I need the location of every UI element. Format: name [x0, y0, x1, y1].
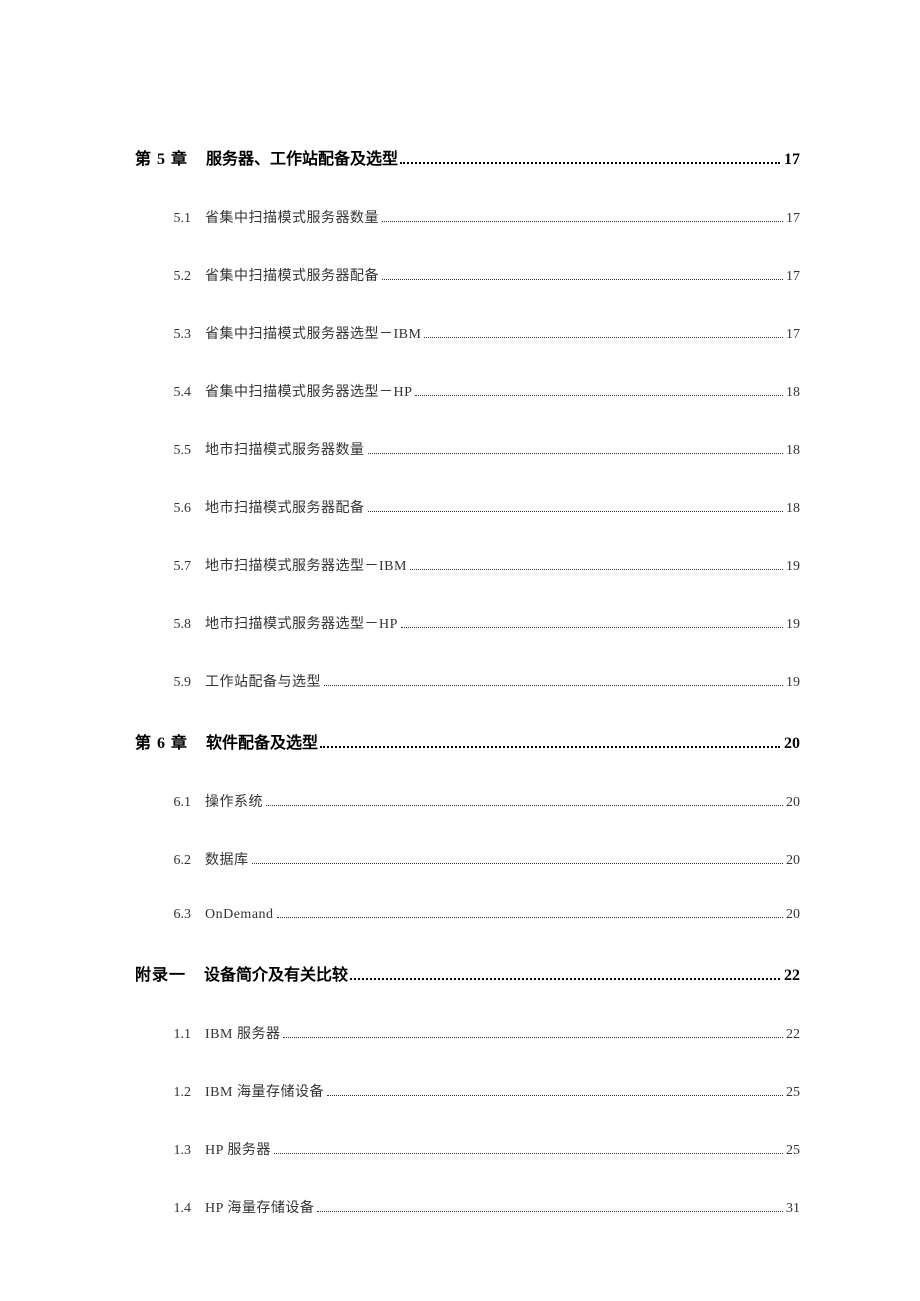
- dot-leader: [283, 1037, 783, 1038]
- toc-sub-row[interactable]: 5.2 省集中扫描模式服务器配备 17: [135, 265, 800, 285]
- dot-leader: [317, 1211, 783, 1212]
- sub-number: 5.4: [155, 385, 191, 401]
- dot-leader: [424, 337, 783, 338]
- toc-sub-row[interactable]: 1.4 HP 海量存储设备 31: [135, 1197, 800, 1217]
- toc-chapter-row[interactable]: 第 6 章软件配备及选型 20: [135, 729, 800, 753]
- toc-section: 第 6 章软件配备及选型 20 6.1 操作系统 20 6.2 数据库 20 6.3 OnDema…: [135, 729, 800, 923]
- chapter-number: 附录一: [135, 961, 186, 985]
- dot-leader: [252, 863, 784, 864]
- toc-sub-row[interactable]: 5.8 地市扫描模式服务器选型－HP 19: [135, 613, 800, 633]
- toc-sub-row[interactable]: 5.1 省集中扫描模式服务器数量 17: [135, 207, 800, 227]
- sub-title: 省集中扫描模式服务器数量: [205, 207, 379, 227]
- chapter-title: 设备简介及有关比较: [204, 961, 348, 985]
- sub-page: 31: [786, 1201, 800, 1217]
- sub-title: 地市扫描模式服务器选型－IBM: [205, 555, 407, 575]
- dot-leader: [274, 1153, 783, 1154]
- dot-leader: [382, 221, 783, 222]
- sub-page: 25: [786, 1143, 800, 1159]
- sub-title: 操作系统: [205, 791, 263, 811]
- sub-page: 20: [786, 853, 800, 869]
- sub-number: 1.3: [155, 1143, 191, 1159]
- toc-sub-row[interactable]: 5.6 地市扫描模式服务器配备 18: [135, 497, 800, 517]
- sub-title: 省集中扫描模式服务器选型－IBM: [205, 323, 421, 343]
- sub-page: 25: [786, 1085, 800, 1101]
- sub-number: 5.8: [155, 617, 191, 633]
- dot-leader: [327, 1095, 783, 1096]
- toc-section: 附录一设备简介及有关比较 22 1.1 IBM 服务器 22 1.2 IBM 海量存储设备 2…: [135, 961, 800, 1217]
- toc-sub-row[interactable]: 5.7 地市扫描模式服务器选型－IBM 19: [135, 555, 800, 575]
- sub-number: 5.2: [155, 269, 191, 285]
- sub-title: 工作站配备与选型: [205, 671, 321, 691]
- toc-sub-row[interactable]: 5.5 地市扫描模式服务器数量 18: [135, 439, 800, 459]
- sub-title: 省集中扫描模式服务器配备: [205, 265, 379, 285]
- sub-number: 6.1: [155, 795, 191, 811]
- dot-leader: [410, 569, 783, 570]
- sub-number: 1.4: [155, 1201, 191, 1217]
- sub-title: OnDemand: [205, 907, 274, 923]
- sub-title: HP 服务器: [205, 1139, 271, 1159]
- sub-title: 地市扫描模式服务器选型－HP: [205, 613, 398, 633]
- sub-number: 1.1: [155, 1027, 191, 1043]
- sub-number: 5.9: [155, 675, 191, 691]
- sub-title: IBM 服务器: [205, 1023, 280, 1043]
- chapter-title: 服务器、工作站配备及选型: [206, 145, 398, 169]
- sub-number: 5.7: [155, 559, 191, 575]
- sub-page: 17: [786, 211, 800, 227]
- toc-sub-row[interactable]: 6.1 操作系统 20: [135, 791, 800, 811]
- toc-sub-row[interactable]: 6.3 OnDemand 20: [135, 907, 800, 923]
- sub-page: 18: [786, 385, 800, 401]
- sub-number: 6.2: [155, 853, 191, 869]
- sub-page: 20: [786, 907, 800, 923]
- toc-chapter-row[interactable]: 附录一设备简介及有关比较 22: [135, 961, 800, 985]
- toc-sub-row[interactable]: 1.1 IBM 服务器 22: [135, 1023, 800, 1043]
- dot-leader: [415, 395, 783, 396]
- sub-page: 17: [786, 327, 800, 343]
- toc-sub-row[interactable]: 6.2 数据库 20: [135, 849, 800, 869]
- dot-leader: [277, 917, 783, 918]
- toc-sub-row[interactable]: 5.4 省集中扫描模式服务器选型－HP 18: [135, 381, 800, 401]
- dot-leader: [368, 511, 784, 512]
- sub-title: 数据库: [205, 849, 249, 869]
- sub-page: 20: [786, 795, 800, 811]
- dot-leader: [400, 162, 780, 164]
- table-of-contents: 第 5 章服务器、工作站配备及选型 17 5.1 省集中扫描模式服务器数量 17 5.2 省…: [135, 145, 800, 1217]
- dot-leader: [382, 279, 783, 280]
- sub-title: HP 海量存储设备: [205, 1197, 314, 1217]
- sub-number: 5.5: [155, 443, 191, 459]
- sub-page: 17: [786, 269, 800, 285]
- sub-title: IBM 海量存储设备: [205, 1081, 324, 1101]
- sub-number: 5.3: [155, 327, 191, 343]
- dot-leader: [350, 978, 780, 980]
- sub-page: 19: [786, 559, 800, 575]
- chapter-page: 22: [784, 967, 800, 985]
- toc-sub-row[interactable]: 1.3 HP 服务器 25: [135, 1139, 800, 1159]
- chapter-number: 第 5 章: [135, 145, 188, 169]
- sub-page: 18: [786, 501, 800, 517]
- chapter-number: 第 6 章: [135, 729, 188, 753]
- sub-number: 5.6: [155, 501, 191, 517]
- sub-page: 19: [786, 617, 800, 633]
- sub-number: 5.1: [155, 211, 191, 227]
- toc-sub-row[interactable]: 5.3 省集中扫描模式服务器选型－IBM 17: [135, 323, 800, 343]
- chapter-page: 20: [784, 735, 800, 753]
- chapter-page: 17: [784, 151, 800, 169]
- sub-title: 地市扫描模式服务器数量: [205, 439, 365, 459]
- sub-page: 18: [786, 443, 800, 459]
- sub-number: 1.2: [155, 1085, 191, 1101]
- toc-chapter-row[interactable]: 第 5 章服务器、工作站配备及选型 17: [135, 145, 800, 169]
- dot-leader: [368, 453, 784, 454]
- toc-section: 第 5 章服务器、工作站配备及选型 17 5.1 省集中扫描模式服务器数量 17 5.2 省…: [135, 145, 800, 691]
- toc-sub-row[interactable]: 5.9 工作站配备与选型 19: [135, 671, 800, 691]
- chapter-title: 软件配备及选型: [206, 729, 318, 753]
- dot-leader: [324, 685, 783, 686]
- sub-page: 19: [786, 675, 800, 691]
- dot-leader: [266, 805, 783, 806]
- dot-leader: [320, 746, 780, 748]
- sub-title: 省集中扫描模式服务器选型－HP: [205, 381, 412, 401]
- sub-number: 6.3: [155, 907, 191, 923]
- sub-page: 22: [786, 1027, 800, 1043]
- dot-leader: [401, 627, 783, 628]
- toc-sub-row[interactable]: 1.2 IBM 海量存储设备 25: [135, 1081, 800, 1101]
- sub-title: 地市扫描模式服务器配备: [205, 497, 365, 517]
